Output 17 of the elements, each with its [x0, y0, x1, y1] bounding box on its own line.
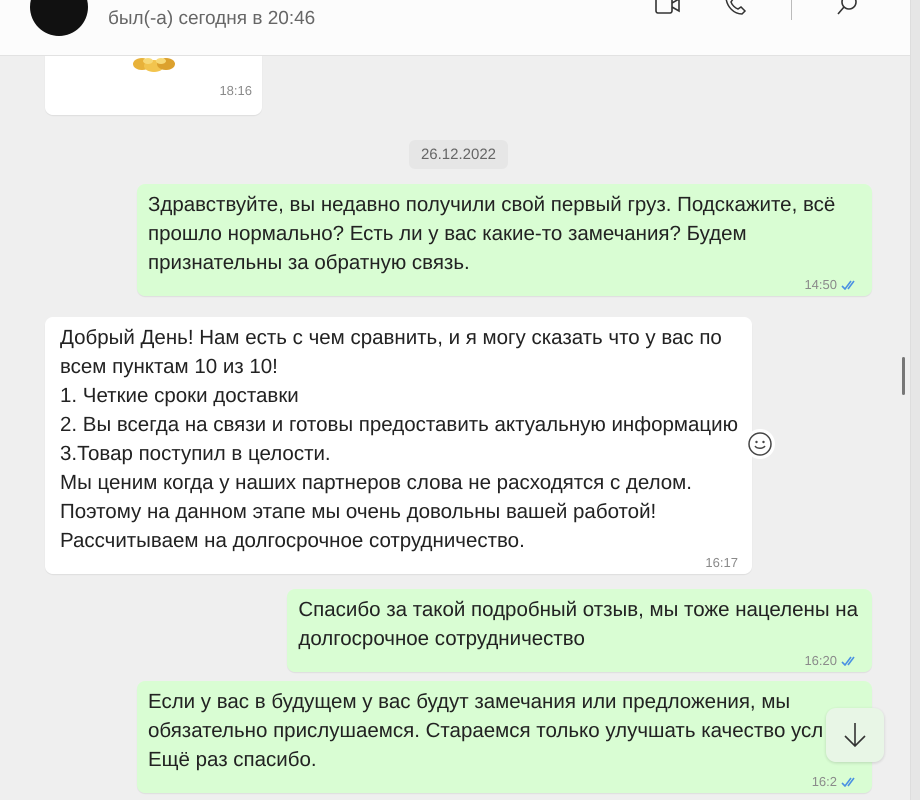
message-time: 16:20	[804, 653, 837, 668]
scroll-down-button[interactable]	[826, 708, 884, 762]
arrow-down-icon	[842, 721, 868, 749]
message-time: 14:50	[804, 277, 837, 292]
phone-icon[interactable]	[725, 0, 747, 16]
video-call-icon[interactable]	[655, 0, 681, 16]
scrollbar-thumb[interactable]	[902, 357, 905, 395]
message-time: 16:17	[705, 555, 738, 570]
message-text: Если у вас в будущем у вас будут замечания или предложения, мы обязательно прислушаемся. Стараемся только улучшать качество усл Ещё раз спасибо.	[148, 689, 824, 773]
message-text: Здравствуйте, вы недавно получили свой первый груз. Подскажите, всё прошло нормально? Есть ли у вас какие-то замечания? Будем признательны за обратную связь.	[148, 192, 836, 276]
search-icon[interactable]	[836, 0, 858, 16]
message-text: Спасибо за такой подробный отзыв, мы тоже нацелены на долгосрочное сотрудничество	[298, 597, 858, 652]
contact-status: был(-а) сегодня в 20:46	[108, 8, 316, 30]
emoji-icon[interactable]	[745, 429, 775, 459]
message-time: 18:16	[219, 83, 252, 98]
message-text: Добрый День! Нам есть с чем сравнить, и я могу сказать что у вас по всем пунктам 10 из 10! 1. Четкие сроки доставки 2. Вы всегда на связи и готовы предоставить актуальную информацию 3.Товар поступил в целости. Мы ценим когда у наших партнеров слова не расходятся с делом. Поэтому на данном этапе мы очень довольны вашей работой! Рассчитываем на долгосрочное сотрудничество.	[60, 325, 738, 554]
message-time: 16:2	[812, 774, 837, 789]
